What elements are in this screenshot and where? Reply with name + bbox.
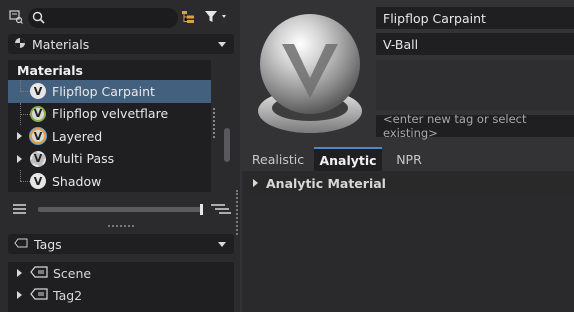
- materials-dropdown[interactable]: Materials: [8, 34, 234, 54]
- list-view-icon[interactable]: [13, 203, 26, 218]
- tags-display-area[interactable]: [376, 60, 574, 110]
- tag-item-scene[interactable]: Scene: [8, 262, 234, 284]
- tag-input-placeholder: <enter new tag or select existing>: [383, 112, 527, 140]
- tree-item-label: Flipflop velvetflare: [52, 106, 169, 122]
- tag-icon: [30, 265, 48, 281]
- tree-connector: [8, 80, 30, 102]
- material-tree: Materials V Flipflop Carpaint V Flipflop…: [8, 60, 211, 192]
- tree-item-label: Multi Pass: [52, 151, 115, 167]
- window-pin-icon[interactable]: [9, 10, 23, 27]
- tab-npr[interactable]: NPR: [388, 147, 430, 171]
- search-input[interactable]: [28, 8, 178, 28]
- hierarchy-icon[interactable]: [181, 10, 195, 27]
- expand-arrow-icon[interactable]: [8, 132, 30, 141]
- v-ball-material-icon: V: [30, 105, 46, 122]
- tree-item-layered[interactable]: V Layered: [8, 125, 211, 148]
- filter-icon[interactable]: [204, 10, 232, 27]
- tree-item-label: Layered: [52, 128, 103, 144]
- tags-list: Scene Tag2: [8, 262, 234, 312]
- search-toolbar: [0, 0, 240, 34]
- tree-item-multi-pass[interactable]: V Multi Pass: [8, 148, 211, 171]
- slider-handle[interactable]: [200, 204, 203, 215]
- expand-arrow-icon[interactable]: [8, 291, 30, 299]
- tree-item-flipflop-velvetflare[interactable]: V Flipflop velvetflare: [8, 102, 211, 126]
- section-label: Analytic Material: [266, 175, 386, 191]
- tree-header: Materials: [8, 60, 211, 80]
- tag-item-tag2[interactable]: Tag2: [8, 284, 234, 306]
- tag-label: Tag2: [53, 287, 83, 303]
- tags-dropdown[interactable]: Tags: [8, 234, 234, 254]
- tab-label: NPR: [396, 151, 422, 167]
- details-view-icon[interactable]: [211, 203, 231, 218]
- panel-resize-grip[interactable]: [213, 108, 216, 138]
- tab-realistic[interactable]: Realistic: [247, 147, 309, 171]
- material-preview[interactable]: [252, 6, 368, 149]
- expand-arrow-icon[interactable]: [244, 179, 266, 187]
- icon-size-slider[interactable]: [38, 204, 203, 215]
- v-ball-material-icon: V: [30, 83, 46, 100]
- tag-input[interactable]: <enter new tag or select existing>: [376, 112, 574, 140]
- material-name-value: Flipflop Carpaint: [383, 10, 486, 26]
- tree-item-flipflop-carpaint[interactable]: V Flipflop Carpaint: [8, 80, 211, 103]
- multi-pass-material-icon: V: [30, 150, 46, 167]
- panel-splitter[interactable]: [236, 190, 238, 235]
- search-icon: [32, 11, 45, 24]
- material-browser-panel: Materials Materials V Flipflop Carpaint …: [0, 0, 240, 312]
- preview-shape-field[interactable]: V-Ball: [376, 33, 574, 55]
- tag-label: Scene: [53, 265, 92, 281]
- material-name-field[interactable]: Flipflop Carpaint: [376, 7, 574, 29]
- tree-connector: [8, 170, 30, 192]
- section-analytic-material[interactable]: Analytic Material: [244, 172, 574, 194]
- materials-dropdown-label: Materials: [32, 36, 90, 52]
- layered-material-icon: V: [30, 128, 46, 145]
- tree-item-label: Flipflop Carpaint: [52, 83, 155, 99]
- expand-arrow-icon[interactable]: [8, 154, 30, 163]
- tab-label: Realistic: [251, 151, 305, 167]
- preview-shape-value: V-Ball: [383, 36, 419, 52]
- tab-label: Analytic: [319, 152, 377, 168]
- tab-analytic[interactable]: Analytic: [314, 147, 382, 171]
- tree-item-label: Shadow: [52, 173, 102, 189]
- splitter-grip[interactable]: [108, 225, 134, 227]
- tag-icon: [30, 287, 48, 303]
- chevron-down-icon: [218, 241, 226, 247]
- tree-scrollbar[interactable]: [224, 128, 230, 162]
- chevron-down-icon: [218, 41, 226, 47]
- tree-item-shadow[interactable]: V Shadow: [8, 170, 211, 193]
- v-ball-material-icon: V: [30, 173, 46, 190]
- tag-icon: [14, 237, 28, 251]
- tags-dropdown-label: Tags: [34, 236, 62, 252]
- tree-connector: [8, 102, 30, 125]
- materials-icon: [14, 37, 26, 52]
- expand-arrow-icon[interactable]: [8, 269, 30, 277]
